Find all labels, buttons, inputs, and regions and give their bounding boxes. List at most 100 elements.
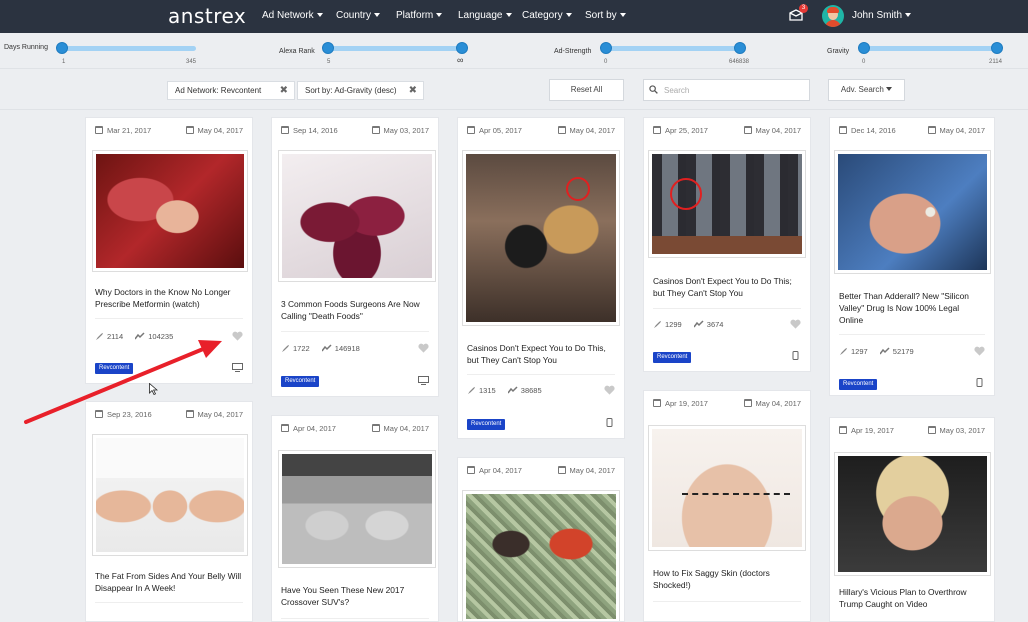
last-seen-date: May 04, 2017 [743, 126, 801, 135]
ad-strength-max-value: 646838 [729, 59, 750, 65]
chevron-down-icon [565, 13, 572, 17]
strength-value: 38685 [520, 386, 542, 395]
trend-icon [321, 344, 332, 352]
ad-thumbnail[interactable] [834, 150, 991, 274]
calendar-icon [839, 126, 847, 134]
first-seen-date: Mar 21, 2017 [95, 126, 151, 135]
ad-thumbnail[interactable] [648, 425, 806, 551]
ad-strength-track[interactable] [606, 46, 740, 51]
first-seen-date: Sep 23, 2016 [95, 410, 152, 419]
first-seen-date: Apr 05, 2017 [467, 126, 522, 135]
ad-title[interactable]: The Fat From Sides And Your Belly Will D… [95, 570, 243, 594]
search-input[interactable] [643, 79, 810, 101]
rocket-icon [839, 347, 848, 356]
ad-title[interactable]: Why Doctors in the Know No Longer Prescr… [95, 286, 243, 310]
notification-count-badge: 3 [799, 4, 808, 13]
ad-title[interactable]: Hillary's Vicious Plan to Overthrow Trum… [839, 586, 985, 610]
ad-title[interactable]: Have You Seen These New 2017 Crossover S… [281, 584, 429, 608]
advanced-search-button[interactable]: Adv. Search [828, 79, 905, 101]
favorite-heart-icon[interactable] [232, 331, 243, 341]
menu-sort-by[interactable]: Sort by [585, 10, 626, 21]
ad-title[interactable]: Better Than Adderall? New "Silicon Valle… [839, 290, 985, 326]
menu-country[interactable]: Country [336, 10, 381, 21]
gravity-min-handle[interactable] [858, 42, 870, 54]
days-running-min-value: 1 [62, 59, 66, 65]
ad-card[interactable]: Sep 14, 2016 May 03, 2017 3 Common Foods… [271, 117, 439, 397]
ad-title[interactable]: 3 Common Foods Surgeons Are Now Calling … [281, 298, 429, 322]
alexa-rank-track[interactable] [328, 46, 462, 51]
reach-value: 1297 [851, 347, 868, 356]
reset-all-button[interactable]: Reset All [549, 79, 624, 101]
favorite-heart-icon[interactable] [418, 343, 429, 353]
calendar-icon [185, 410, 194, 418]
user-menu[interactable]: John Smith [852, 10, 912, 21]
chevron-down-icon [905, 13, 912, 17]
menu-ad-network[interactable]: Ad Network [262, 10, 323, 21]
search-icon [649, 85, 658, 94]
remove-filter-icon[interactable]: ✖ [280, 82, 288, 99]
ad-card[interactable]: Apr 05, 2017 May 04, 2017 Casinos Don't … [457, 117, 625, 439]
gravity-track[interactable] [864, 46, 998, 51]
reach-value: 1315 [479, 386, 496, 395]
days-running-min-handle[interactable] [56, 42, 68, 54]
app-logo[interactable]: anstrex [168, 4, 246, 28]
favorite-heart-icon[interactable] [974, 346, 985, 356]
menu-category[interactable]: Category [522, 10, 572, 21]
ad-thumbnail[interactable] [462, 150, 620, 326]
calendar-icon [557, 126, 566, 134]
chevron-down-icon [505, 13, 512, 17]
first-seen-date: Apr 25, 2017 [653, 126, 708, 135]
menu-language[interactable]: Language [458, 10, 512, 21]
gravity-max-handle[interactable] [991, 42, 1003, 54]
ad-thumbnail[interactable] [462, 490, 620, 621]
calendar-icon [95, 126, 103, 134]
ad-thumbnail[interactable] [278, 450, 436, 568]
trend-icon [693, 320, 704, 328]
ad-network-tag: Revcontent [839, 379, 878, 390]
ad-title[interactable]: How to Fix Saggy Skin (doctors Shocked!) [653, 567, 801, 591]
rocket-icon [95, 332, 104, 341]
days-running-track[interactable] [62, 46, 196, 51]
filter-chip-ad-network: Ad Network: Revcontent ✖ [167, 81, 295, 100]
ad-network-tag: Revcontent [653, 352, 692, 363]
ad-card[interactable]: Apr 25, 2017 May 04, 2017 Casinos Don't … [643, 117, 811, 372]
ad-card[interactable]: Dec 14, 2016 May 04, 2017 Better Than Ad… [829, 117, 995, 396]
ad-thumbnail[interactable] [92, 434, 248, 556]
ad-strength-max-handle[interactable] [734, 42, 746, 54]
ad-card[interactable]: Apr 04, 2017 May 04, 2017 Have You Seen … [271, 415, 439, 622]
ad-card[interactable]: Apr 19, 2017 May 04, 2017 How to Fix Sag… [643, 390, 811, 622]
user-avatar[interactable] [822, 5, 844, 27]
ad-thumbnail[interactable] [278, 150, 436, 282]
calendar-icon [839, 426, 847, 434]
ad-card[interactable]: Apr 19, 2017 May 03, 2017 Hillary's Vici… [829, 417, 995, 622]
rocket-icon [281, 344, 290, 353]
calendar-icon [927, 426, 936, 434]
ad-thumbnail[interactable] [92, 150, 248, 272]
ad-card[interactable]: Apr 04, 2017 May 04, 2017 [457, 457, 625, 622]
calendar-icon [281, 424, 289, 432]
trend-icon [507, 386, 518, 394]
calendar-icon [371, 424, 380, 432]
calendar-icon [653, 399, 661, 407]
ad-title[interactable]: Casinos Don't Expect You to Do This, but… [467, 342, 615, 366]
trend-icon [879, 347, 890, 355]
alexa-rank-max-handle[interactable] [456, 42, 468, 54]
first-seen-date: Apr 19, 2017 [653, 399, 708, 408]
ad-card[interactable]: Sep 23, 2016 May 04, 2017 The Fat From S… [85, 401, 253, 622]
ad-strength-label: Ad-Strength [554, 48, 592, 55]
alexa-rank-min-handle[interactable] [322, 42, 334, 54]
calendar-icon [743, 126, 752, 134]
ad-thumbnail[interactable] [648, 150, 806, 258]
ad-card[interactable]: Mar 21, 2017 May 04, 2017 Why Doctors in… [85, 117, 253, 384]
ad-strength-min-handle[interactable] [600, 42, 612, 54]
favorite-heart-icon[interactable] [790, 319, 801, 329]
ad-thumbnail[interactable] [834, 452, 991, 576]
reach-value: 2114 [107, 332, 124, 341]
desktop-icon [232, 363, 243, 372]
last-seen-date: May 04, 2017 [927, 126, 985, 135]
ad-title[interactable]: Casinos Don't Expect You to Do This; but… [653, 275, 801, 299]
menu-platform[interactable]: Platform [396, 10, 443, 21]
favorite-heart-icon[interactable] [604, 385, 615, 395]
remove-filter-icon[interactable]: ✖ [409, 82, 417, 99]
chevron-down-icon [316, 13, 323, 17]
